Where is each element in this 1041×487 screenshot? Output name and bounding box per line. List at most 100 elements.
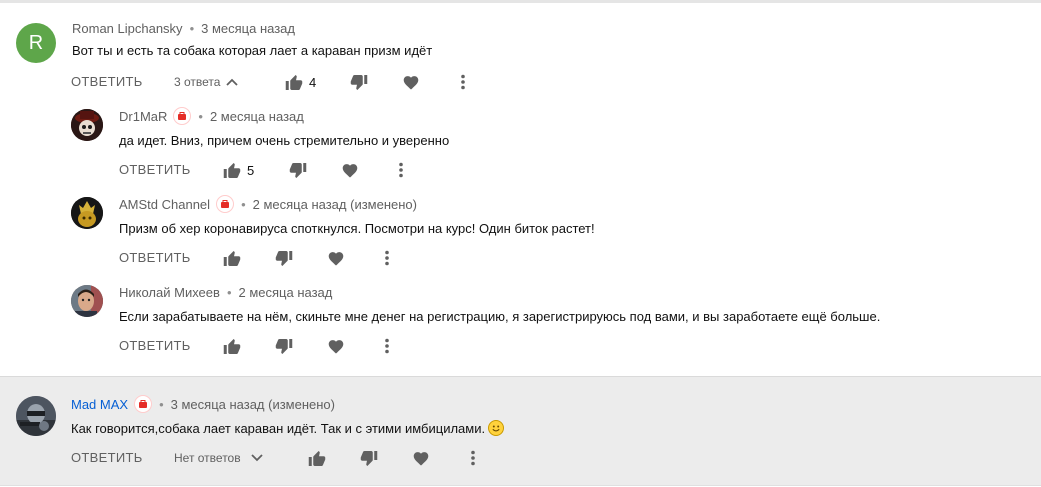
thumb-down-icon	[275, 250, 293, 266]
dislike-button[interactable]	[289, 159, 307, 181]
action-bar: ОТВЕТИТЬ 3 ответа 4	[0, 71, 1041, 93]
like-button[interactable]: 4	[285, 71, 316, 93]
thumb-up-icon	[285, 74, 303, 90]
comment-text: да идет. Вниз, причем очень стремительно…	[119, 133, 450, 148]
action-menu-button[interactable]	[460, 71, 466, 93]
like-button[interactable]: 5	[223, 159, 254, 181]
creator-heart-button[interactable]	[402, 71, 420, 93]
like-count: 4	[309, 74, 317, 90]
separator-dot: •	[241, 196, 246, 212]
creator-heart-button[interactable]	[327, 335, 345, 357]
published-time[interactable]: 2 месяца назад (изменено)	[253, 197, 417, 212]
thumb-up-icon	[223, 162, 241, 178]
dislike-button[interactable]	[360, 447, 378, 469]
chevron-up-icon	[226, 78, 239, 86]
avatar-image	[71, 285, 103, 317]
comment-text-wrap: Как говорится,собака лает караван идёт. …	[71, 420, 505, 436]
published-time[interactable]: 2 месяца назад	[239, 285, 333, 300]
comment-text: Если зарабатываете на нём, скиньте мне д…	[119, 309, 881, 324]
youtube-badge-icon	[216, 195, 235, 213]
heart-icon	[328, 340, 344, 354]
avatar-image	[16, 396, 56, 436]
comment-header: Mad MAX • 3 месяца назад (изменено)	[71, 395, 335, 413]
reply-button[interactable]: ОТВЕТИТЬ	[71, 71, 143, 93]
separator-dot: •	[226, 284, 232, 300]
reply-button[interactable]: ОТВЕТИТЬ	[71, 447, 143, 469]
action-bar: ОТВЕТИТЬ	[0, 335, 1041, 357]
avatar-image	[71, 197, 103, 229]
comment: R Roman Lipchansky • 3 месяца назад Вот …	[0, 3, 1041, 103]
author-name[interactable]: Николай Михеев	[119, 285, 220, 300]
action-menu-button[interactable]	[470, 447, 476, 469]
avatar[interactable]	[16, 396, 56, 436]
thumb-up-icon	[223, 250, 241, 266]
reply-comment: Николай Михеев • 2 месяца назад Если зар…	[0, 279, 1041, 374]
published-time[interactable]: 3 месяца назад (изменено)	[171, 397, 335, 412]
action-bar: ОТВЕТИТЬ	[0, 247, 1041, 269]
chevron-down-icon	[250, 454, 263, 462]
comment-header: Николай Михеев • 2 месяца назад	[119, 283, 332, 301]
avatar[interactable]	[71, 197, 103, 229]
comment-thread-highlighted: Mad MAX • 3 месяца назад (изменено) Как …	[0, 376, 1041, 486]
more-vert-icon	[461, 74, 465, 90]
comment-header: Roman Lipchansky • 3 месяца назад	[72, 19, 295, 37]
action-menu-button[interactable]	[398, 159, 404, 181]
published-time[interactable]: 2 месяца назад	[210, 109, 304, 124]
comment-header: AMStd Channel • 2 месяца назад (изменено…	[119, 195, 417, 213]
heart-icon	[403, 76, 419, 90]
like-count: 5	[247, 162, 255, 178]
smile-emoji-icon	[488, 420, 505, 436]
author-name[interactable]: Mad MAX	[71, 397, 128, 412]
heart-icon	[328, 252, 344, 266]
creator-heart-button[interactable]	[327, 247, 345, 269]
action-menu-button[interactable]	[384, 247, 390, 269]
comment-text: Вот ты и есть та собака которая лает а к…	[72, 43, 433, 58]
avatar-image	[71, 109, 103, 141]
replies-toggle[interactable]: 3 ответа	[174, 71, 239, 93]
reply-comment: AMStd Channel • 2 месяца назад (изменено…	[0, 191, 1041, 279]
like-button[interactable]	[223, 335, 241, 357]
more-vert-icon	[471, 450, 475, 466]
comment-header: Dr1MaR • 2 месяца назад	[119, 107, 304, 125]
thumb-down-icon	[360, 450, 378, 466]
separator-dot: •	[159, 396, 164, 412]
action-bar: ОТВЕТИТЬ 5	[0, 159, 1041, 181]
comment-thread: R Roman Lipchansky • 3 месяца назад Вот …	[0, 3, 1041, 374]
reply-button[interactable]: ОТВЕТИТЬ	[119, 159, 191, 181]
heart-icon	[413, 452, 429, 466]
youtube-badge-icon	[173, 107, 192, 125]
author-name[interactable]: AMStd Channel	[119, 197, 210, 212]
comment-text: Как говорится,собака лает караван идёт. …	[71, 421, 486, 436]
avatar[interactable]: R	[16, 23, 56, 63]
thumb-up-icon	[223, 338, 241, 354]
more-vert-icon	[385, 338, 389, 354]
replies-count-label: 3 ответа	[174, 75, 221, 89]
replies-toggle[interactable]: Нет ответов	[174, 447, 263, 469]
creator-heart-button[interactable]	[341, 159, 359, 181]
reply-comment: Dr1MaR • 2 месяца назад да идет. Вниз, п…	[0, 103, 1041, 191]
author-name[interactable]: Dr1MaR	[119, 109, 167, 124]
dislike-button[interactable]	[275, 335, 293, 357]
thumb-up-icon	[308, 450, 326, 466]
comment: Mad MAX • 3 месяца назад (изменено) Как …	[0, 377, 1041, 485]
dislike-button[interactable]	[350, 71, 368, 93]
reply-button[interactable]: ОТВЕТИТЬ	[119, 247, 191, 269]
reply-button[interactable]: ОТВЕТИТЬ	[119, 335, 191, 357]
author-name[interactable]: Roman Lipchansky	[72, 21, 183, 36]
published-time[interactable]: 3 месяца назад	[201, 21, 295, 36]
replies-count-label: Нет ответов	[174, 451, 241, 465]
action-bar: ОТВЕТИТЬ Нет ответов	[0, 447, 1041, 469]
action-menu-button[interactable]	[384, 335, 390, 357]
dislike-button[interactable]	[275, 247, 293, 269]
like-button[interactable]	[308, 447, 326, 469]
separator-dot: •	[198, 108, 203, 124]
creator-heart-button[interactable]	[412, 447, 430, 469]
thumb-down-icon	[275, 338, 293, 354]
youtube-badge-icon	[134, 395, 153, 413]
avatar[interactable]	[71, 285, 103, 317]
avatar[interactable]	[71, 109, 103, 141]
like-button[interactable]	[223, 247, 241, 269]
thumb-down-icon	[350, 74, 368, 90]
avatar-letter: R	[28, 32, 44, 54]
heart-icon	[342, 164, 358, 178]
